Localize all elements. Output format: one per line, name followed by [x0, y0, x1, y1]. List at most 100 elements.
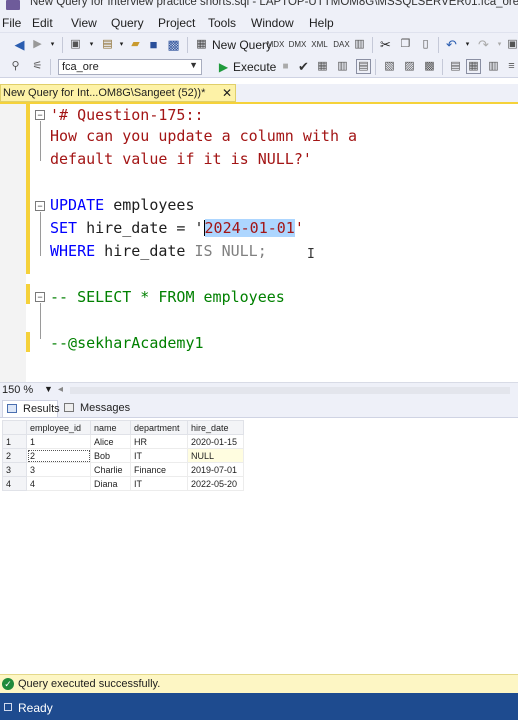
menu-window[interactable]: Window	[251, 16, 294, 30]
new-query-button[interactable]: New Query	[212, 38, 272, 52]
paste-icon[interactable]: ▯	[418, 37, 433, 52]
change-connection-icon[interactable]: ⚟	[30, 59, 45, 74]
intellisense-icon[interactable]: ▤	[356, 59, 371, 74]
menu-view[interactable]: View	[71, 16, 97, 30]
forward-icon[interactable]: ▶	[30, 37, 45, 52]
cell-employee-id[interactable]: 4	[26, 476, 91, 491]
menu-query[interactable]: Query	[111, 16, 144, 30]
new-project-icon[interactable]: ▣	[68, 37, 83, 52]
toolbox-icon[interactable]: ▣	[505, 37, 518, 52]
parse-icon[interactable]: ✔	[296, 59, 311, 74]
query-options-icon[interactable]: ▥	[335, 59, 350, 74]
collapse-region-icon[interactable]: −	[35, 110, 45, 120]
query-status-text: Query executed successfully.	[18, 678, 161, 690]
editor-gutter	[0, 104, 26, 382]
cell-employee-id[interactable]: 1	[26, 434, 91, 449]
column-header-employee-id[interactable]: employee_id	[26, 420, 91, 435]
close-icon[interactable]: ✕	[222, 86, 232, 100]
results-grid[interactable]: employee_id name department hire_date 1 …	[0, 418, 518, 674]
cell-department[interactable]: HR	[130, 434, 188, 449]
tab-new-query[interactable]: New Query for Int...OM8G\Sangeet (52))* …	[0, 84, 236, 102]
save-all-icon[interactable]: ▩	[166, 37, 181, 52]
menu-help[interactable]: Help	[309, 16, 334, 30]
set-clause: hire_date = '	[77, 219, 204, 237]
row-number[interactable]: 4	[2, 476, 27, 491]
connect-icon[interactable]: ⚲	[8, 59, 23, 74]
execute-button[interactable]: Execute	[233, 60, 276, 74]
cell-name[interactable]: Bob	[90, 448, 131, 463]
dmx-query-icon[interactable]: DMX	[289, 37, 307, 52]
column-header-rownum[interactable]	[2, 420, 27, 435]
actual-plan-icon[interactable]: ▧	[382, 59, 397, 74]
chevron-down-icon[interactable]: ▼	[44, 384, 53, 394]
save-icon[interactable]: ■	[146, 37, 161, 52]
cell-name[interactable]: Diana	[90, 476, 131, 491]
row-number[interactable]: 1	[2, 434, 27, 449]
cell-name[interactable]: Alice	[90, 434, 131, 449]
cell-department[interactable]: IT	[130, 476, 188, 491]
redo-icon[interactable]: ↷	[476, 37, 491, 52]
add-item-icon[interactable]: ▤	[100, 37, 115, 52]
menu-file[interactable]: File	[2, 16, 21, 30]
column-header-hire-date[interactable]: hire_date	[187, 420, 244, 435]
comment-icon[interactable]: ≡	[504, 59, 518, 74]
display-estimated-plan-icon[interactable]: ▦	[315, 59, 330, 74]
scroll-left-icon[interactable]: ◂	[58, 384, 63, 395]
zoom-level[interactable]: 150 %	[2, 384, 33, 396]
row-number[interactable]: 2	[2, 448, 27, 463]
dax-query-icon[interactable]: DAX	[333, 37, 349, 52]
add-item-dropdown-icon[interactable]: ▾	[114, 37, 129, 52]
query-editor[interactable]: − − − '# Question-175:: How can you upda…	[0, 104, 518, 382]
results-to-grid-icon[interactable]: ▦	[466, 59, 481, 74]
cut-icon[interactable]: ✂	[378, 37, 393, 52]
menu-project[interactable]: Project	[158, 16, 195, 30]
document-tab-strip: New Query for Int...OM8G\Sangeet (52))* …	[0, 84, 518, 102]
new-project-dropdown-icon[interactable]: ▾	[84, 37, 99, 52]
cell-hire-date[interactable]: 2022-05-20	[187, 476, 244, 491]
tab-results[interactable]: Results	[2, 400, 60, 417]
client-statistics-icon[interactable]: ▩	[422, 59, 437, 74]
collapse-region-icon[interactable]: −	[35, 201, 45, 211]
xmla-query-icon[interactable]: XML	[311, 37, 327, 52]
menu-edit[interactable]: Edit	[32, 16, 53, 30]
undo-icon[interactable]: ↶	[444, 37, 459, 52]
database-value: fca_ore	[62, 61, 99, 73]
grid-icon	[7, 404, 17, 413]
back-icon[interactable]: ◀	[12, 37, 27, 52]
copy-icon[interactable]: ❐	[398, 37, 413, 52]
tab-messages-label: Messages	[80, 402, 131, 414]
toolbar-separator	[438, 37, 439, 53]
results-to-file-icon[interactable]: ▥	[486, 59, 501, 74]
cell-employee-id[interactable]: 3	[26, 462, 91, 477]
toolbar-separator	[372, 37, 373, 53]
new-query-icon[interactable]: ▦	[194, 37, 209, 52]
cell-employee-id[interactable]: 2	[26, 448, 91, 463]
row-number[interactable]: 3	[2, 462, 27, 477]
keyword-where: WHERE	[50, 242, 96, 260]
cell-department[interactable]: IT	[130, 448, 188, 463]
cell-hire-date[interactable]: 2020-01-15	[187, 434, 244, 449]
available-databases-dropdown[interactable]: fca_ore ▼	[58, 59, 202, 75]
cell-hire-date[interactable]: NULL	[187, 448, 244, 463]
horizontal-scrollbar[interactable]	[70, 387, 510, 394]
code-line-3: default value if it is NULL?'	[50, 150, 312, 168]
is-null-clause: IS NULL;	[194, 242, 267, 260]
tab-label: New Query for Int...OM8G\Sangeet (52))*	[3, 87, 206, 99]
column-header-name[interactable]: name	[90, 420, 131, 435]
tab-messages[interactable]: Messages	[60, 400, 130, 417]
standard-toolbar: ◀ ▶ ▾ ▣ ▾ ▤ ▾ ▰ ■ ▩ ▦ New Query MDX DMX …	[0, 32, 518, 56]
forward-dropdown-icon[interactable]: ▾	[45, 37, 60, 52]
collapse-region-icon[interactable]: −	[35, 292, 45, 302]
cancel-query-icon[interactable]: ■	[278, 59, 293, 74]
live-statistics-icon[interactable]: ▨	[402, 59, 417, 74]
cell-name[interactable]: Charlie	[90, 462, 131, 477]
column-header-department[interactable]: department	[130, 420, 188, 435]
analysis-icon[interactable]: ▥	[352, 37, 367, 52]
open-file-icon[interactable]: ▰	[128, 37, 143, 52]
cell-department[interactable]: Finance	[130, 462, 188, 477]
results-to-text-icon[interactable]: ▤	[448, 59, 463, 74]
undo-dropdown-icon[interactable]: ▾	[460, 37, 475, 52]
menu-tools[interactable]: Tools	[208, 16, 236, 30]
cell-hire-date[interactable]: 2019-07-01	[187, 462, 244, 477]
mdx-query-icon[interactable]: MDX	[267, 37, 285, 52]
